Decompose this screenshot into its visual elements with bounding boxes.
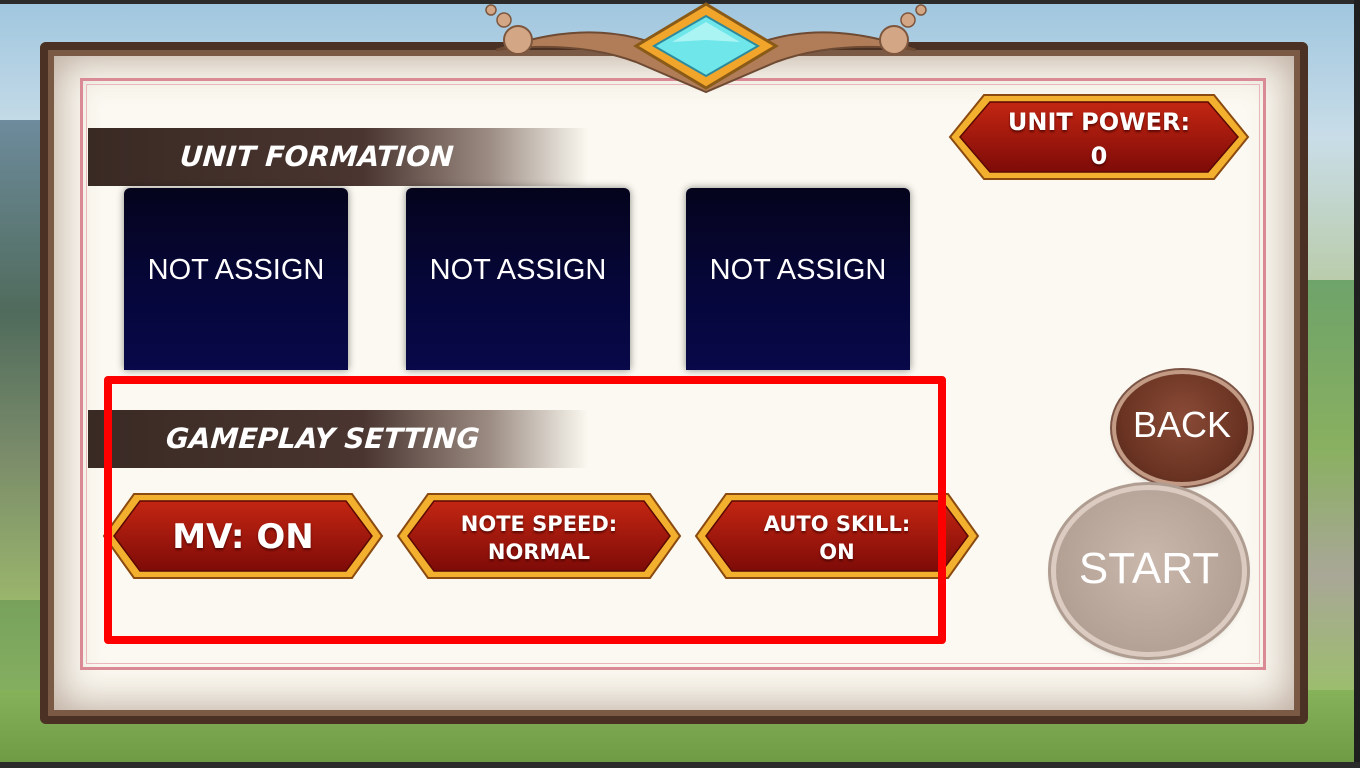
background-scenery-right <box>1300 280 1360 700</box>
back-button[interactable]: BACK <box>1116 374 1248 482</box>
formation-slot-3-label: NOT ASSIGN <box>709 254 887 286</box>
window-right-edge <box>1354 0 1360 768</box>
start-button[interactable]: START <box>1056 490 1242 652</box>
back-button-label: BACK <box>1132 404 1232 445</box>
formation-slot-1[interactable]: NOT ASSIGN <box>124 188 348 370</box>
unit-formation-title: UNIT FORMATION <box>178 140 455 173</box>
formation-slot-2-label: NOT ASSIGN <box>429 254 607 286</box>
unit-power-label: UNIT POWER: <box>1007 108 1191 136</box>
unit-power-badge: UNIT POWER: 0 <box>946 92 1252 182</box>
formation-slot-2[interactable]: NOT ASSIGN <box>406 188 630 370</box>
unit-power-value: 0 <box>1090 142 1108 170</box>
gameplay-setting-highlight-box <box>104 376 946 644</box>
start-button-label: START <box>1078 544 1220 593</box>
crest-ornament <box>485 2 927 94</box>
formation-slot-1-label: NOT ASSIGN <box>147 254 325 286</box>
window-bottom-edge <box>0 762 1360 768</box>
formation-slot-3[interactable]: NOT ASSIGN <box>686 188 910 370</box>
unit-formation-header: UNIT FORMATION <box>88 128 588 186</box>
